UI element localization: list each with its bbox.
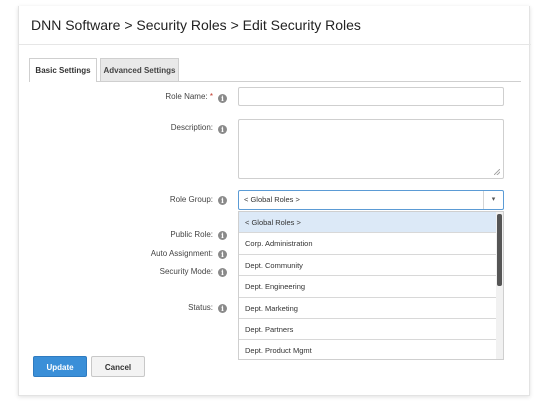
security-mode-label: Security Mode: <box>159 267 213 276</box>
description-textarea[interactable] <box>238 119 504 179</box>
tab-advanced-settings[interactable]: Advanced Settings <box>100 58 179 81</box>
role-name-input[interactable] <box>238 87 504 106</box>
public-role-label: Public Role: <box>170 230 213 239</box>
resize-grip-icon[interactable] <box>494 169 500 175</box>
role-group-label: Role Group: <box>169 195 213 204</box>
dropdown-option-dept-product-mgmt[interactable]: Dept. Product Mgmt <box>239 340 503 359</box>
tab-divider <box>29 81 521 82</box>
dropdown-option-corp-administration[interactable]: Corp. Administration <box>239 233 503 255</box>
role-group-dropdown-list[interactable]: < Global Roles > Corp. Administration De… <box>238 211 504 360</box>
info-icon[interactable]: i <box>218 125 227 134</box>
info-icon[interactable]: i <box>218 231 227 240</box>
status-label: Status: <box>188 303 213 312</box>
dropdown-option-dept-community[interactable]: Dept. Community <box>239 255 503 277</box>
update-button[interactable]: Update <box>33 356 87 377</box>
role-group-selected-value: < Global Roles > <box>244 195 300 204</box>
info-icon[interactable]: i <box>218 250 227 259</box>
edit-security-role-panel: DNN Software > Security Roles > Edit Sec… <box>18 6 531 396</box>
dropdown-option-dept-partners[interactable]: Dept. Partners <box>239 319 503 341</box>
chevron-down-icon[interactable]: ▾ <box>483 191 503 209</box>
auto-assignment-label: Auto Assignment: <box>150 249 213 258</box>
dropdown-option-dept-engineering[interactable]: Dept. Engineering <box>239 276 503 298</box>
info-icon[interactable]: i <box>218 268 227 277</box>
info-icon[interactable]: i <box>218 94 227 103</box>
required-marker: * <box>209 92 213 101</box>
tab-basic-settings[interactable]: Basic Settings <box>29 58 97 82</box>
dropdown-scrollbar[interactable] <box>496 212 503 359</box>
cancel-button[interactable]: Cancel <box>91 356 145 377</box>
page-title: DNN Software > Security Roles > Edit Sec… <box>31 17 361 33</box>
dropdown-option-dept-marketing[interactable]: Dept. Marketing <box>239 298 503 319</box>
info-icon[interactable]: i <box>218 196 227 205</box>
dropdown-option-global-roles[interactable]: < Global Roles > <box>239 212 503 234</box>
title-divider <box>19 44 531 45</box>
scrollbar-thumb[interactable] <box>497 214 502 286</box>
role-group-select[interactable]: < Global Roles > ▾ <box>238 190 504 210</box>
info-icon[interactable]: i <box>218 304 227 313</box>
role-name-label-text: Role Name: <box>165 92 208 101</box>
role-name-label: Role Name: * <box>13 92 213 101</box>
description-label: Description: <box>170 123 213 132</box>
